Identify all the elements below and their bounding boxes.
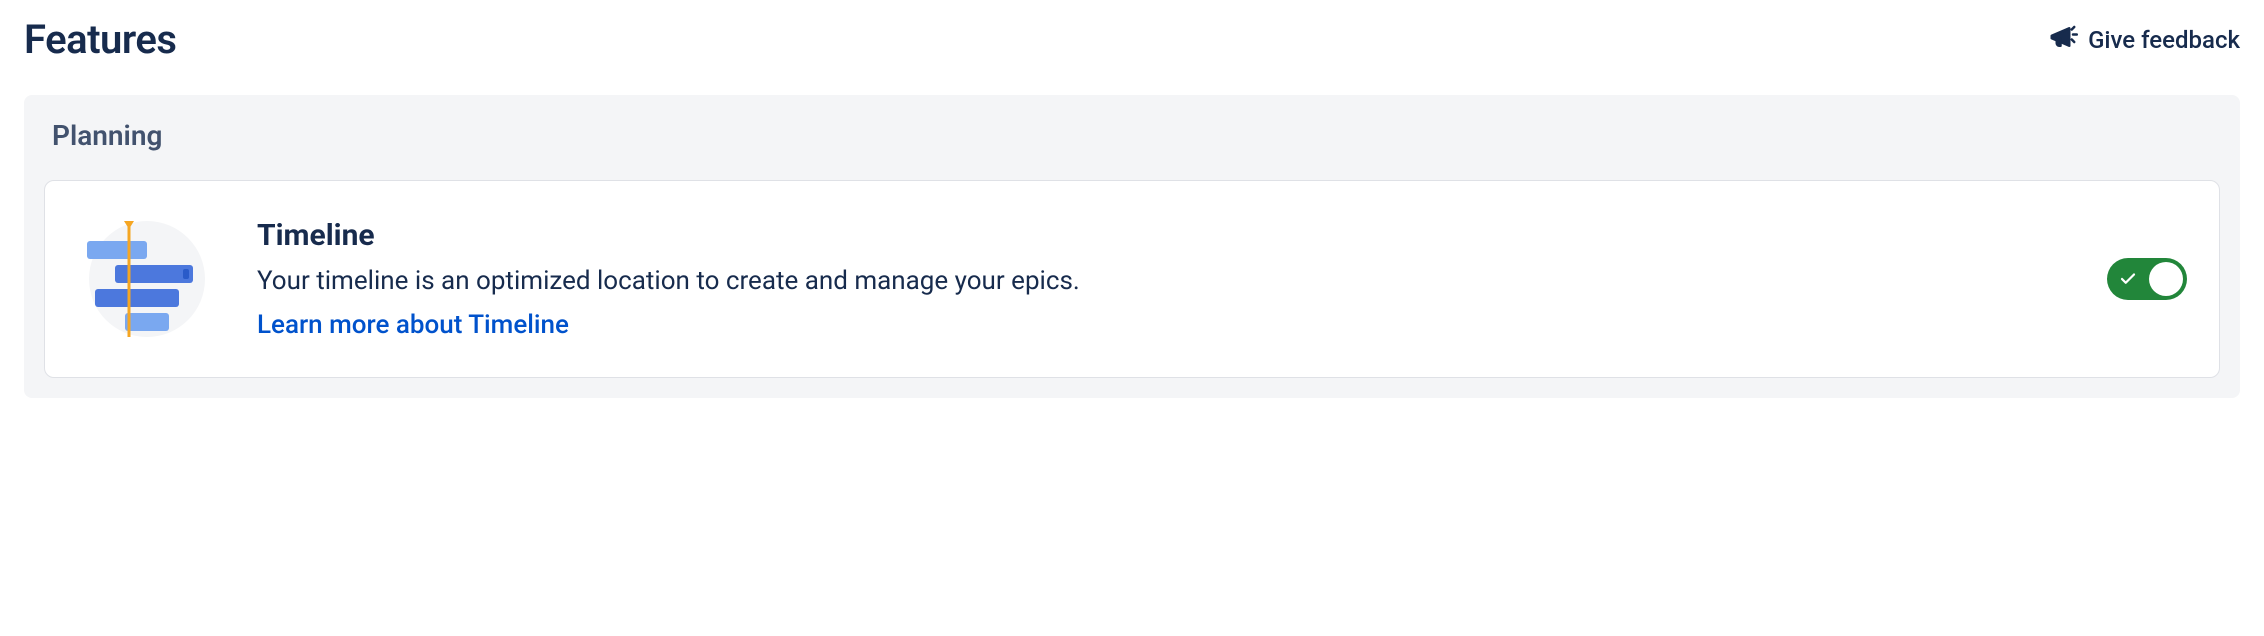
page-title: Features (24, 16, 176, 63)
section-title: Planning (44, 119, 2220, 152)
check-icon (2119, 270, 2137, 288)
give-feedback-button[interactable]: Give feedback (2048, 22, 2240, 58)
page-header: Features Give feedback (24, 16, 2240, 63)
learn-more-link[interactable]: Learn more about Timeline (257, 310, 2067, 340)
feature-title: Timeline (257, 218, 2067, 253)
toggle-knob (2149, 262, 2183, 296)
give-feedback-label: Give feedback (2088, 26, 2240, 54)
timeline-toggle[interactable] (2107, 258, 2187, 300)
toggle-wrap (2107, 258, 2187, 300)
planning-section: Planning Timeline Your timeline is an op… (24, 95, 2240, 398)
megaphone-icon (2048, 22, 2078, 58)
feature-card-timeline: Timeline Your timeline is an optimized l… (44, 180, 2220, 378)
timeline-icon (77, 209, 217, 349)
feature-body: Timeline Your timeline is an optimized l… (257, 218, 2067, 339)
feature-description: Your timeline is an optimized location t… (257, 263, 2067, 299)
